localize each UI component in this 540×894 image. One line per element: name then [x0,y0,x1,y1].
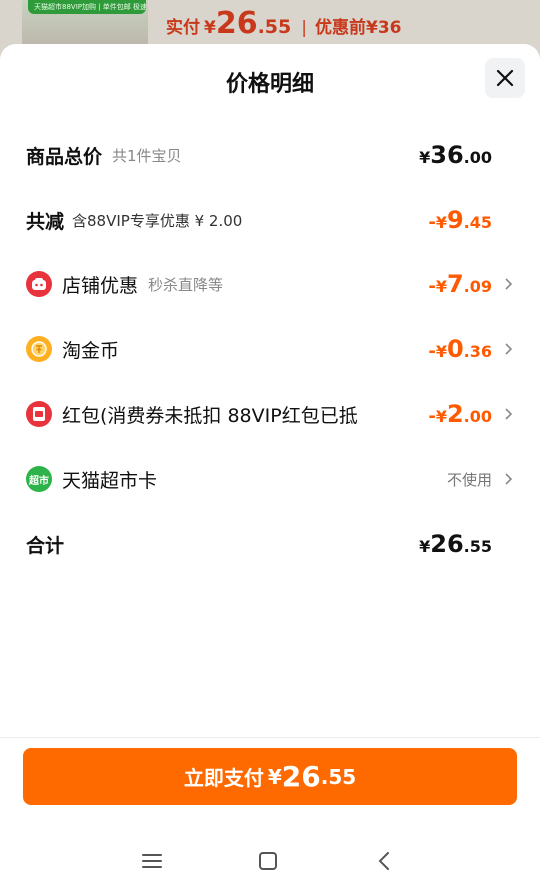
divider-bar: | [301,18,307,38]
row-taojinbi[interactable]: 淘金币 - ¥ 0 .36 [26,329,514,369]
pay-now-button[interactable]: 立即支付 ¥ 26 .55 [23,748,517,805]
chevron-right-icon [502,471,514,487]
store-discount-icon [26,271,52,297]
tmall-card-label: 天猫超市卡 [62,469,158,492]
close-icon [496,69,514,87]
pay-label: 实付 [166,18,200,38]
amount-dec: .00 [463,148,492,167]
reduce-label: 共减 [26,210,65,233]
amount-int: 36 [430,141,464,169]
pay-dec: .55 [257,16,292,38]
sheet-title: 价格明细 [225,72,314,97]
pay-now-label: 立即支付 [183,766,264,790]
row-tmall-card[interactable]: 超市 天猫超市卡 不使用 [26,459,514,499]
goods-count: 共1件宝贝 [112,146,182,165]
chevron-right-icon [502,341,514,357]
store-discount-sub: 秒杀直降等 [148,275,224,294]
store-discount-amount: - ¥ 7 .09 [428,270,492,298]
amount-int: 2 [446,400,464,428]
tmall-card-value-wrap: 不使用 [447,469,492,490]
red-packet-label: 红包(消费券未抵扣 88VIP红包已抵 [62,404,358,427]
amount-dec: .45 [463,213,492,232]
pay-currency: ¥ [204,18,216,38]
chevron-right-icon [502,276,514,292]
currency: ¥ [435,407,447,426]
store-discount-label: 店铺优惠 [62,274,139,297]
row-red-packet[interactable]: 红包(消费券未抵扣 88VIP红包已抵 - ¥ 2 .00 [26,394,514,434]
system-nav-bar [0,828,540,894]
currency: ¥ [435,213,447,232]
amount-dec: .09 [463,277,492,296]
sum-label: 合计 [26,534,65,557]
currency: ¥ [419,148,431,167]
promo-banner: 天猫超市88VIP加购 | 单件包邮 极速送达 [28,0,146,14]
before-label: 优惠前 [315,18,366,38]
tmall-card-value: 不使用 [446,470,492,489]
amount-int: 26 [430,530,464,558]
close-button[interactable] [485,58,525,98]
goods-total-amount: ¥ 36 .00 [419,141,492,169]
back-chevron-icon[interactable] [369,846,399,876]
amount-dec: .55 [463,537,492,556]
tmall-supermarket-card-icon: 超市 [26,466,52,492]
vip-discount-note: 含88VIP专享优惠 ¥ 2.00 [72,211,243,230]
currency: ¥ [435,342,447,361]
row-store-discount[interactable]: 店铺优惠 秒杀直降等 - ¥ 7 .09 [26,264,514,304]
currency: ¥ [267,764,282,789]
chevron-right-icon [502,406,514,422]
red-packet-amount: - ¥ 2 .00 [428,400,492,428]
taojinbi-amount: - ¥ 0 .36 [428,335,492,363]
amount-dec: .36 [463,342,492,361]
red-packet-icon [26,401,52,427]
amount-int: 26 [281,760,321,793]
row-total-reduce: 共减 含88VIP专享优惠 ¥ 2.00 - ¥ 9 .45 [26,200,514,240]
amount-dec: .00 [463,407,492,426]
taojinbi-label: 淘金币 [62,339,120,362]
amount-int: 0 [446,335,464,363]
row-sum: 合计 ¥ 26 .55 [26,524,514,564]
taojinbi-coin-icon [26,336,52,362]
backdrop-price: 实付 ¥ 26 .55 | 优惠前 ¥36 [166,6,402,44]
currency: ¥ [435,277,447,296]
amount-int: 9 [446,206,464,234]
home-square-icon[interactable] [253,846,283,876]
reduce-amount: - ¥ 9 .45 [428,206,492,234]
amount-dec: .55 [320,764,357,789]
goods-total-label: 商品总价 [26,145,103,168]
before-value: ¥36 [366,18,402,38]
minus-sign: - [428,406,436,427]
minus-sign: - [428,276,436,297]
menu-icon[interactable] [137,846,167,876]
row-goods-total: 商品总价 共1件宝贝 ¥ 36 .00 [26,135,514,175]
currency: ¥ [419,537,431,556]
amount-int: 7 [446,270,464,298]
footer-divider [0,737,540,738]
minus-sign: - [428,212,436,233]
minus-sign: - [428,341,436,362]
pay-int: 26 [215,6,258,41]
sum-amount: ¥ 26 .55 [419,530,492,558]
